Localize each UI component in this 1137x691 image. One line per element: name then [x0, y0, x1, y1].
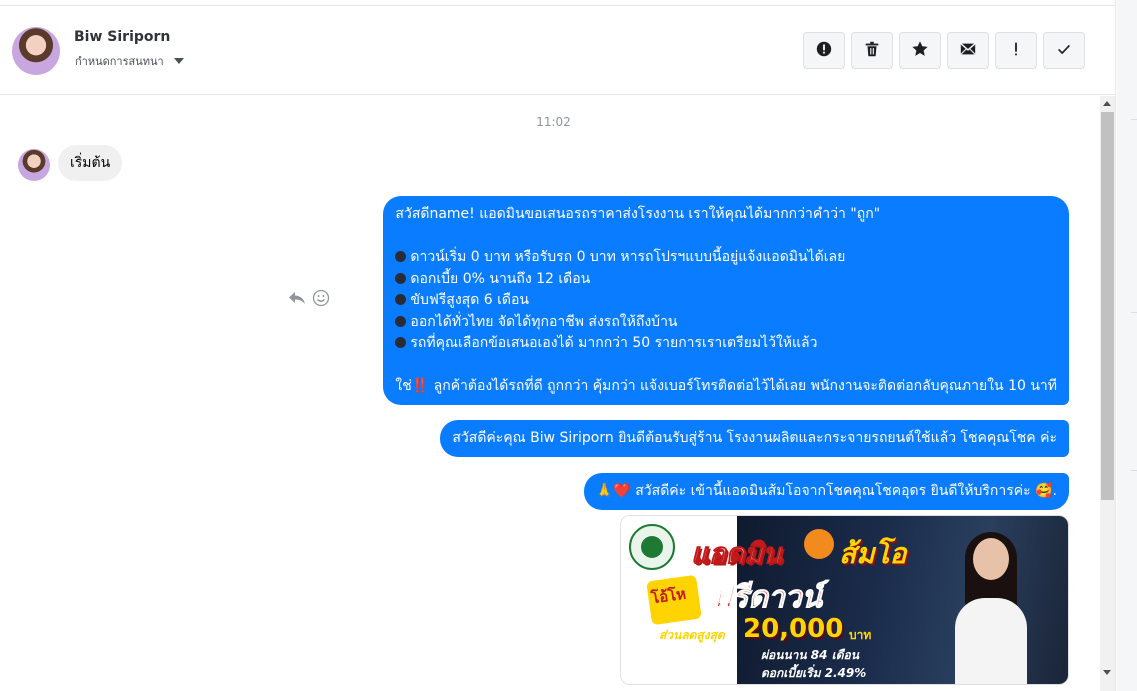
- incoming-message[interactable]: เริ่มต้น: [58, 145, 123, 181]
- outgoing-message[interactable]: สวัสดีname! แอดมินขอเสนอรถราคาส่งโรงงาน …: [383, 196, 1069, 405]
- messenger-panel: Biw Siriporn กำหนดการสนทนา 11:02 เริ่มต้…: [0, 0, 1116, 691]
- sender-avatar: [18, 149, 50, 181]
- exclamation-icon: [1007, 40, 1025, 62]
- star-icon: [911, 40, 929, 62]
- promo-discount-unit: บาท: [849, 628, 872, 642]
- mark-important-button[interactable]: [995, 32, 1037, 69]
- message-bullet: ดาวน์เริ่ม 0 บาท หรือรับรถ 0 บาท หารถโปร…: [395, 247, 1057, 269]
- scroll-down-icon[interactable]: [1103, 670, 1111, 675]
- message-bullet: ขับฟรีสูงสุด 6 เดือน: [395, 290, 1057, 312]
- mark-done-button[interactable]: [1043, 32, 1085, 69]
- promo-discount-label: ส่วนลดสูงสุด: [659, 628, 725, 642]
- side-panel-edge: [1117, 0, 1137, 691]
- toolbar: [803, 32, 1085, 69]
- promo-admin-name: ส้มโอ: [839, 537, 907, 570]
- outgoing-message[interactable]: สวัสดีค่ะคุณ Biw Siriporn ยินดีต้อนรับสู…: [440, 420, 1069, 457]
- react-emoji-icon[interactable]: [312, 289, 330, 307]
- promo-months: ผ่อนนาน 84 เดือน: [761, 648, 859, 662]
- bullet-icon: [395, 272, 407, 284]
- outgoing-message[interactable]: 🙏❤️ สวัสดีค่ะ เข้านี้แอดมินส้มโอจากโชคคุ…: [583, 473, 1069, 510]
- promo-discount-amount: 20,000: [743, 614, 844, 644]
- scroll-up-icon[interactable]: [1103, 101, 1111, 106]
- message-bullet: ออกได้ทั่วไทย จัดได้ทุกอาชีพ ส่งรถให้ถึง…: [395, 312, 1057, 334]
- scrollbar-thumb[interactable]: [1101, 112, 1114, 500]
- trash-icon: [863, 40, 881, 62]
- image-attachment[interactable]: แอดมิน ส้มโอ โอ้โห ฟรีดาวน์ ส่วนลดสูงสุด…: [620, 515, 1069, 685]
- double-exclamation-icon: ‼️: [411, 378, 430, 394]
- chevron-down-icon: [173, 58, 184, 64]
- avatar[interactable]: [12, 27, 60, 75]
- alert-circle-icon: [815, 40, 833, 62]
- message-line: สวัสดีname! แอดมินขอเสนอรถราคาส่งโรงงาน …: [395, 206, 881, 222]
- message-bullet: ดอกเบี้ย 0% นานถึง 12 เดือน: [395, 269, 1057, 291]
- checkmark-icon: [1055, 40, 1073, 62]
- admin-photo: [951, 528, 1031, 684]
- emoji: 🙏❤️: [595, 483, 631, 499]
- bullet-icon: [395, 251, 407, 262]
- promo-rate: ดอกเบี้ยเริ่ม 2.49%: [761, 666, 867, 680]
- company-logo: [629, 524, 675, 570]
- promo-title: แอดมิน: [691, 537, 783, 571]
- promo-badge-text: โอ้โห: [649, 584, 688, 608]
- page: Biw Siriporn กำหนดการสนทนา 11:02 เริ่มต้…: [0, 0, 1137, 691]
- emoji: 🥰.: [1035, 483, 1057, 499]
- mark-unread-button[interactable]: [947, 32, 989, 69]
- message-timestamp: 11:02: [536, 115, 571, 129]
- star-button[interactable]: [899, 32, 941, 69]
- conversation-settings-dropdown[interactable]: กำหนดการสนทนา: [75, 52, 184, 70]
- envelope-icon: [959, 40, 977, 62]
- message-thread[interactable]: 11:02 เริ่มต้น สวัสดีname! แอดมินขอเสนอร…: [0, 96, 1100, 691]
- bullet-icon: [395, 337, 407, 348]
- message-actions: [288, 289, 330, 307]
- message-line: ใช่‼️ ลูกค้าต้องได้รถที่ดี ถูกกว่า คุ้มก…: [395, 378, 1057, 394]
- delete-button[interactable]: [851, 32, 893, 69]
- report-button[interactable]: [803, 32, 845, 69]
- contact-name[interactable]: Biw Siriporn: [74, 29, 170, 45]
- orange-icon: [804, 529, 834, 559]
- conversation-settings-label: กำหนดการสนทนา: [75, 55, 164, 68]
- bullet-icon: [395, 315, 407, 327]
- scrollbar[interactable]: [1100, 96, 1115, 691]
- bullet-icon: [395, 294, 407, 305]
- message-bullet: รถที่คุณเลือกข้อเสนอเองได้ มากกว่า 50 รา…: [395, 333, 1057, 355]
- conversation-header: Biw Siriporn กำหนดการสนทนา: [0, 5, 1116, 95]
- reply-icon[interactable]: [288, 290, 306, 306]
